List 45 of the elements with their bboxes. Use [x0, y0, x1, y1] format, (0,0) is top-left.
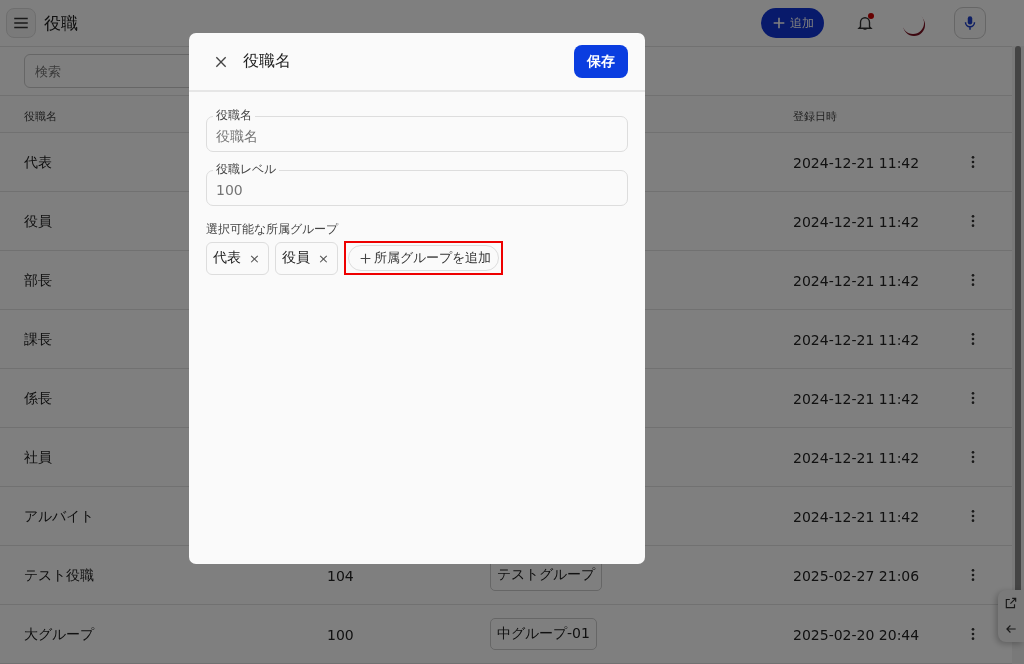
column-header: 役職名	[24, 109, 57, 123]
plus-icon	[771, 15, 787, 31]
field-label: 役職レベル	[213, 162, 279, 177]
page-title: 役職	[44, 11, 78, 35]
group-tag: 中グループ-01	[490, 618, 597, 650]
table-cell: 2024-12-21 11:42	[793, 508, 920, 525]
table-cell: 社員	[24, 449, 52, 465]
table-cell: 2025-02-27 21:06	[793, 567, 920, 584]
menu-button[interactable]	[6, 8, 36, 38]
add-button[interactable]: 追加	[761, 8, 824, 38]
arrow-left-icon	[1004, 622, 1018, 636]
table-cell: 2025-02-20 20:44	[793, 626, 920, 643]
table-cell: 係長	[24, 390, 52, 406]
external-link-icon	[1004, 596, 1018, 610]
remove-button[interactable]: ×	[317, 250, 329, 266]
table-cell: 代表	[24, 154, 52, 170]
table-cell: 部長	[24, 272, 52, 288]
chip-label: 代表	[213, 249, 241, 267]
table-cell: 2024-12-21 11:42	[793, 449, 920, 466]
add-group-button[interactable]: 所属グループを追加	[347, 245, 499, 271]
table-cell: 2024-12-21 11:42	[793, 154, 920, 171]
section-label: 選択可能な所属グループ	[206, 221, 340, 238]
table-cell: 役員	[24, 213, 52, 229]
field-label: 役職名	[213, 108, 255, 123]
table-cell: 2024-12-21 11:42	[793, 390, 920, 407]
dialog-title: 役職名	[243, 51, 291, 72]
open-external-button[interactable]	[1004, 596, 1018, 610]
remove-button[interactable]: ×	[249, 250, 260, 266]
bell-icon	[856, 14, 874, 32]
column-header: 登録日時	[793, 109, 837, 123]
table-cell: アルバイト	[24, 508, 94, 524]
table-cell: 2024-12-21 11:42	[793, 213, 920, 230]
table-cell: 課長	[24, 331, 52, 347]
microphone-button[interactable]	[954, 7, 986, 39]
save-button[interactable]: 保存	[574, 45, 628, 78]
table-cell: 2024-12-21 11:42	[793, 272, 920, 289]
chip-label: 役員	[281, 249, 310, 267]
table-cell: 100	[327, 626, 354, 643]
table-cell: 104	[327, 567, 354, 584]
table-cell: 2024-12-21 11:42	[793, 331, 920, 348]
plus-icon	[358, 251, 372, 265]
back-button[interactable]	[1004, 622, 1018, 636]
table-cell: 大グループ	[24, 626, 94, 642]
table-cell: テスト役職	[24, 567, 94, 583]
scrollbar[interactable]	[1012, 46, 1024, 664]
